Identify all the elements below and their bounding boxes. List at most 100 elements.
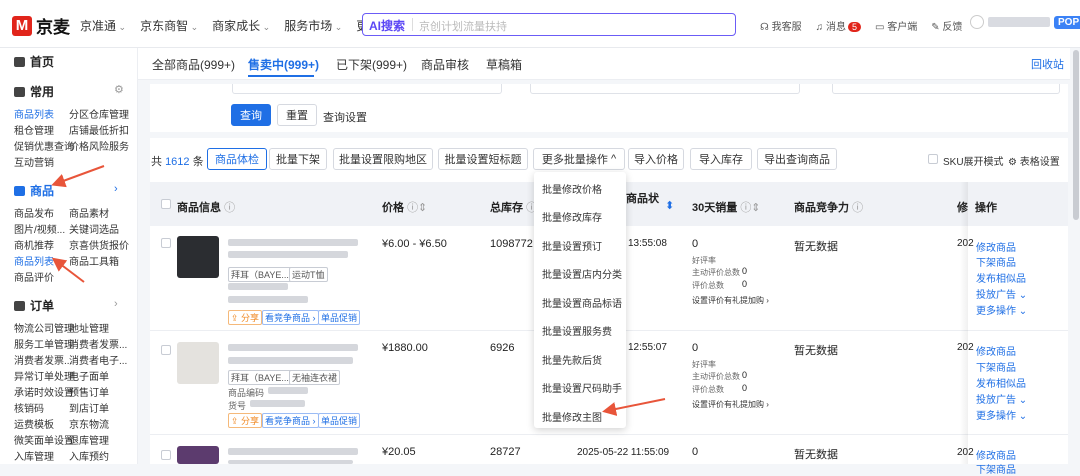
more-batch-button[interactable]: 更多批量操作 ^: [533, 148, 625, 170]
nav-item[interactable]: 商家成长: [212, 17, 270, 34]
row-checkbox[interactable]: [161, 238, 171, 248]
message-button[interactable]: ♫ 消息 5: [816, 18, 861, 33]
table-settings-button[interactable]: ⚙ 表格设置: [1008, 153, 1060, 168]
ad-link[interactable]: 投放广告 ⌄: [976, 391, 1027, 406]
sidebar-item[interactable]: 商品评价: [14, 269, 54, 284]
product-title-blurred[interactable]: [228, 448, 358, 455]
health-check-button[interactable]: 商品体检: [207, 148, 267, 170]
product-thumbnail[interactable]: [177, 342, 219, 384]
chevron-right-icon[interactable]: ›: [114, 183, 118, 195]
sidebar-item[interactable]: 商品发布: [14, 205, 54, 220]
sidebar-item[interactable]: 电子面单: [69, 368, 109, 383]
publish-similar-link[interactable]: 发布相似品: [976, 270, 1026, 285]
sidebar-item[interactable]: 运费模板: [14, 416, 54, 431]
chevron-right-icon[interactable]: ›: [114, 298, 118, 310]
sidebar-item[interactable]: 价格风险服务: [69, 138, 129, 153]
dropdown-item[interactable]: 批量设置商品标语: [542, 295, 622, 310]
tab-review[interactable]: 商品审核: [421, 56, 469, 73]
single-promo-button[interactable]: 单品促销: [318, 310, 361, 325]
edit-goods-link[interactable]: 修改商品: [976, 239, 1016, 254]
sidebar-item[interactable]: 预售订单: [69, 384, 109, 399]
dropdown-item[interactable]: 批量修改库存: [542, 209, 602, 224]
product-title-blurred[interactable]: [228, 344, 358, 351]
row-checkbox[interactable]: [161, 450, 171, 460]
dropdown-item-change-main-image[interactable]: 批量修改主图: [542, 409, 602, 424]
product-title-blurred[interactable]: [228, 460, 353, 464]
dropdown-item[interactable]: 批量设置店内分类: [542, 266, 622, 281]
sidebar-item[interactable]: 图片/视频...: [14, 221, 65, 236]
export-query-button[interactable]: 导出查询商品: [757, 148, 837, 170]
filter-field[interactable]: [530, 84, 800, 94]
sidebar-section-order[interactable]: 订单: [14, 297, 54, 314]
column-header-stock[interactable]: 总库存 ⓘ: [490, 199, 537, 215]
scrollbar-thumb[interactable]: [1073, 50, 1079, 220]
sidebar-item[interactable]: 承诺时效设置: [14, 384, 74, 399]
sidebar-item[interactable]: 商品素材: [69, 205, 109, 220]
sidebar-item[interactable]: 服务工单管理: [14, 336, 74, 351]
sidebar-item[interactable]: 消费者电子...: [69, 352, 127, 367]
sidebar-item[interactable]: 关键词选品: [69, 221, 119, 236]
scrollbar[interactable]: [1072, 48, 1080, 464]
more-actions-link[interactable]: 更多操作 ⌄: [976, 407, 1027, 422]
sidebar-item[interactable]: 消费者发票...: [14, 352, 72, 367]
dropdown-item[interactable]: 批量修改价格: [542, 181, 602, 196]
sidebar-item[interactable]: 异常订单处理: [14, 368, 74, 383]
edit-goods-link[interactable]: 修改商品: [976, 447, 1016, 462]
eval-gift-link[interactable]: 设置评价有礼提加购 ›: [692, 295, 769, 306]
nav-item[interactable]: 京东商智: [140, 17, 198, 34]
sidebar-section-common[interactable]: 常用: [14, 83, 54, 100]
tab-off-shelf[interactable]: 已下架(999+): [336, 56, 407, 73]
nav-item[interactable]: 服务市场: [284, 17, 342, 34]
edit-goods-link[interactable]: 修改商品: [976, 343, 1016, 358]
query-button[interactable]: 查询: [231, 104, 271, 126]
tab-all[interactable]: 全部商品(999+): [152, 56, 235, 73]
sidebar-item-goods-list[interactable]: 商品列表: [14, 106, 54, 121]
sidebar-item[interactable]: 物流公司管理: [14, 320, 74, 335]
sidebar-item[interactable]: 分区仓库管理: [69, 106, 129, 121]
sidebar-item[interactable]: 核销码: [14, 400, 44, 415]
sku-mode-checkbox[interactable]: [928, 154, 938, 164]
user-account[interactable]: POP: [970, 15, 1080, 29]
ad-link[interactable]: 投放广告 ⌄: [976, 286, 1027, 301]
reset-button[interactable]: 重置: [277, 104, 317, 126]
sidebar-section-goods[interactable]: 商品: [14, 182, 54, 199]
dropdown-item[interactable]: 批量设置服务费: [542, 323, 612, 338]
publish-similar-link[interactable]: 发布相似品: [976, 375, 1026, 390]
ai-search-label[interactable]: AI搜索: [369, 17, 405, 34]
batch-short-title-button[interactable]: 批量设置短标题: [438, 148, 528, 170]
share-button[interactable]: ⇪ 分享: [228, 413, 263, 428]
eval-gift-link[interactable]: 设置评价有礼提加购 ›: [692, 399, 769, 410]
sidebar-item[interactable]: 商品工具箱: [69, 253, 119, 268]
avatar[interactable]: [970, 15, 984, 29]
batch-region-button[interactable]: 批量设置限购地区: [333, 148, 433, 170]
sort-desc-icon[interactable]: ⬍: [665, 199, 674, 212]
column-header-price[interactable]: 价格 ⓘ⇕: [382, 199, 427, 215]
sidebar-item[interactable]: 入库管理: [14, 448, 54, 463]
nav-item[interactable]: 京准通: [80, 17, 126, 34]
client-button[interactable]: ▭ 客户端: [875, 18, 917, 33]
tab-on-sale[interactable]: 售卖中(999+): [248, 56, 319, 73]
view-competitors-button[interactable]: 看竞争商品 ›: [262, 310, 319, 325]
tab-draft[interactable]: 草稿箱: [486, 56, 522, 73]
dropdown-item[interactable]: 批量设置预订: [542, 238, 602, 253]
row-checkbox[interactable]: [161, 345, 171, 355]
product-thumbnail[interactable]: [177, 446, 219, 464]
share-button[interactable]: ⇪ 分享: [228, 310, 263, 325]
import-stock-button[interactable]: 导入库存: [690, 148, 752, 170]
gear-icon[interactable]: ⚙: [114, 83, 124, 96]
sidebar-item[interactable]: 商机推荐: [14, 237, 54, 252]
sidebar-item[interactable]: 京喜供货报价: [69, 237, 129, 252]
app-logo[interactable]: M 京麦: [12, 13, 70, 38]
batch-off-shelf-button[interactable]: 批量下架: [269, 148, 327, 170]
sidebar-item[interactable]: 京东物流: [69, 416, 109, 431]
column-header-sales[interactable]: 30天销量 ⓘ⇕: [692, 199, 761, 215]
sidebar-item[interactable]: 消费者发票...: [69, 336, 127, 351]
query-settings-link[interactable]: 查询设置: [323, 109, 367, 125]
select-all-checkbox[interactable]: [161, 199, 171, 209]
import-price-button[interactable]: 导入价格: [628, 148, 684, 170]
dropdown-item[interactable]: 批量设置尺码助手: [542, 380, 622, 395]
sidebar-item[interactable]: 入库预约: [69, 448, 109, 463]
view-competitors-button[interactable]: 看竞争商品 ›: [262, 413, 319, 428]
dropdown-item[interactable]: 批量先款后货: [542, 352, 602, 367]
sidebar-home[interactable]: 首页: [14, 53, 54, 70]
